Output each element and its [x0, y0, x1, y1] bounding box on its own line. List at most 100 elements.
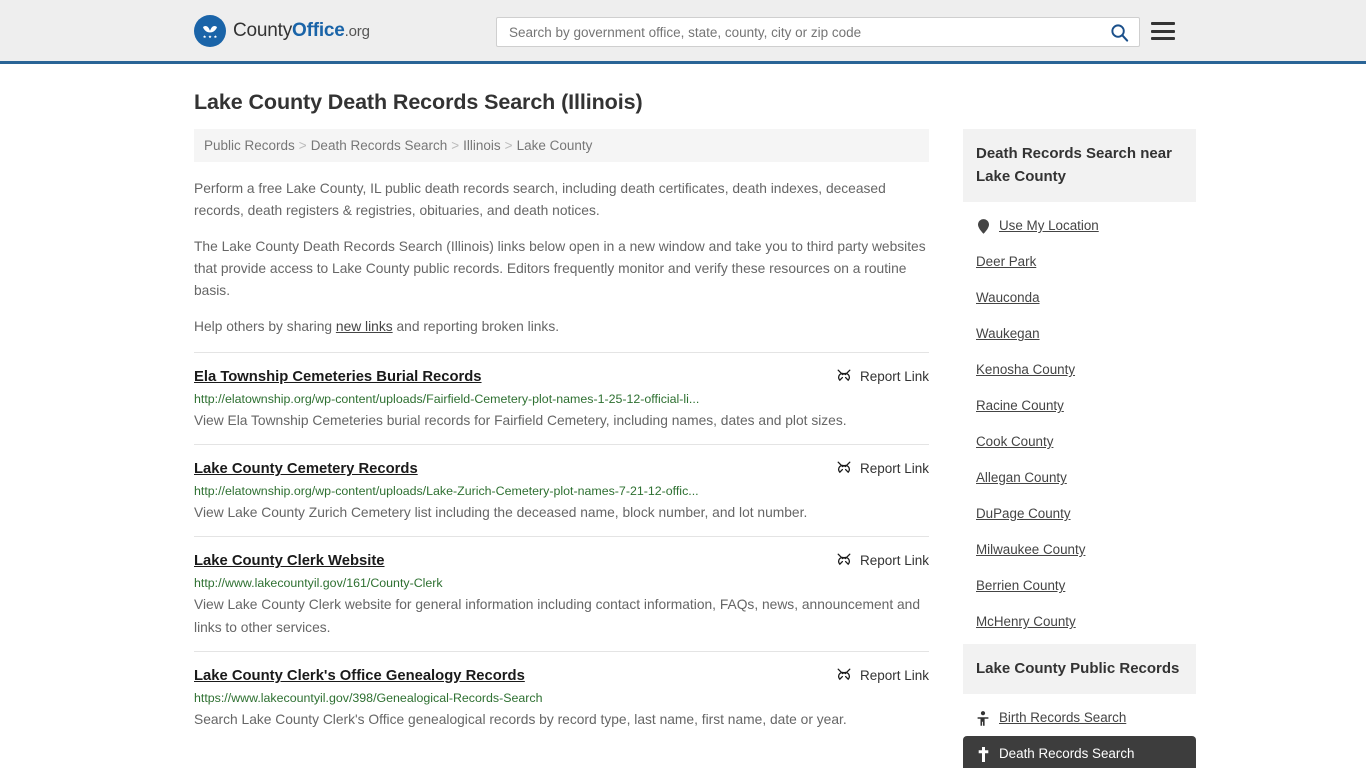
site-logo-text: CountyOffice.org — [233, 20, 370, 42]
broken-link-icon — [837, 668, 851, 681]
broken-link-icon — [837, 461, 851, 474]
sidebar-item-dupage-county[interactable]: DuPage County — [963, 496, 1196, 532]
breadcrumb-item-lake-county[interactable]: Lake County — [517, 138, 593, 153]
list-item: Wauconda — [963, 280, 1196, 316]
sidebar-item-death-records-search[interactable]: Death Records Search — [963, 736, 1196, 768]
list-item: Use My Location — [963, 208, 1196, 244]
sidebar-item-berrien-county[interactable]: Berrien County — [963, 568, 1196, 604]
search-icon — [1111, 23, 1129, 42]
sidebar-item-allegan-county[interactable]: Allegan County — [963, 460, 1196, 496]
sidebar-public-records-box: Lake County Public Records Birth Records… — [963, 644, 1196, 768]
report-link-button[interactable]: Report Link — [836, 367, 929, 384]
intro-text-after-link: and reporting broken links. — [392, 319, 560, 334]
report-link-button[interactable]: Report Link — [836, 459, 929, 476]
sidebar-public-records-heading: Lake County Public Records — [963, 644, 1196, 694]
sidebar-item-label: Cook County — [976, 434, 1054, 449]
countyoffice-logo-icon — [194, 14, 226, 47]
breadcrumb-separator: > — [298, 138, 307, 153]
result-url[interactable]: http://elatownship.org/wp-content/upload… — [194, 391, 929, 408]
breadcrumb: Public Records > Death Records Search > Illi… — [194, 129, 929, 162]
result-title-link[interactable]: Ela Township Cemeteries Burial Records — [194, 367, 482, 387]
result-url[interactable]: http://www.lakecountyil.gov/161/County-C… — [194, 575, 929, 592]
broken-link-icon — [837, 553, 851, 566]
sidebar-item-label: DuPage County — [976, 506, 1071, 521]
logo-text-county: County — [233, 19, 293, 41]
sidebar-item-cook-county[interactable]: Cook County — [963, 424, 1196, 460]
breadcrumb-separator: > — [504, 138, 513, 153]
result-title-link[interactable]: Lake County Clerk Website — [194, 551, 385, 571]
search-button[interactable] — [1108, 23, 1131, 42]
menu-icon-bar — [1151, 37, 1175, 40]
site-logo[interactable]: CountyOffice.org — [194, 14, 370, 47]
list-item: Birth Records Search — [963, 700, 1196, 736]
sidebar-item-deer-park[interactable]: Deer Park — [963, 244, 1196, 280]
menu-icon[interactable] — [1151, 20, 1175, 42]
sidebar: Death Records Search near Lake County Us… — [963, 129, 1196, 768]
result-description: Search Lake County Clerk's Office geneal… — [194, 712, 847, 727]
result-title-link[interactable]: Lake County Cemetery Records — [194, 459, 418, 479]
list-item: Kenosha County — [963, 352, 1196, 388]
sidebar-item-label: Deer Park — [976, 254, 1037, 269]
sidebar-item-mchenry-county[interactable]: McHenry County — [963, 604, 1196, 640]
result-url[interactable]: http://elatownship.org/wp-content/upload… — [194, 483, 929, 500]
site-header: CountyOffice.org — [0, 0, 1366, 64]
sidebar-item-wauconda[interactable]: Wauconda — [963, 280, 1196, 316]
list-item: DuPage County — [963, 496, 1196, 532]
search-box[interactable] — [496, 17, 1140, 47]
list-item: Racine County — [963, 388, 1196, 424]
list-item: Death Records Search — [963, 736, 1196, 768]
report-link-label: Report Link — [859, 667, 929, 683]
use-my-location-link[interactable]: Use My Location — [963, 208, 1196, 244]
breadcrumb-item-public-records[interactable]: Public Records — [204, 138, 295, 153]
sidebar-item-label: McHenry County — [976, 614, 1076, 629]
page-title: Lake County Death Records Search (Illino… — [194, 90, 643, 114]
sidebar-item-kenosha-county[interactable]: Kenosha County — [963, 352, 1196, 388]
list-item: Deer Park — [963, 244, 1196, 280]
sidebar-item-label: Death Records Search — [999, 746, 1135, 761]
report-link-label: Report Link — [859, 460, 929, 476]
result-url[interactable]: https://www.lakecountyil.gov/398/Genealo… — [194, 690, 929, 707]
map-pin-icon — [976, 218, 990, 234]
broken-link-icon — [837, 369, 851, 382]
new-links-link[interactable]: new links — [336, 319, 393, 334]
sidebar-item-birth-records-search[interactable]: Birth Records Search — [963, 700, 1196, 736]
result-description: View Lake County Zurich Cemetery list in… — [194, 505, 808, 520]
result-item: Lake County Clerk Website Report Link ht… — [194, 536, 929, 651]
main-column: Public Records > Death Records Search > Illi… — [194, 129, 929, 768]
breadcrumb-item-illinois[interactable]: Illinois — [463, 138, 501, 153]
report-link-label: Report Link — [859, 368, 929, 384]
intro-paragraph-3: Help others by sharing new links and rep… — [194, 316, 929, 338]
breadcrumb-item-death-records-search[interactable]: Death Records Search — [311, 138, 448, 153]
sidebar-item-label: Kenosha County — [976, 362, 1076, 377]
page-container: Lake County Death Records Search (Illino… — [0, 90, 1366, 768]
sidebar-item-waukegan[interactable]: Waukegan — [963, 316, 1196, 352]
list-item: Milwaukee County — [963, 532, 1196, 568]
result-title-link[interactable]: Lake County Clerk's Office Genealogy Rec… — [194, 666, 525, 686]
intro-section: Perform a free Lake County, IL public de… — [194, 178, 929, 338]
sidebar-item-label: Milwaukee County — [976, 542, 1086, 557]
report-link-button[interactable]: Report Link — [836, 551, 929, 568]
list-item: Berrien County — [963, 568, 1196, 604]
sidebar-nearby-heading: Death Records Search near Lake County — [963, 129, 1196, 202]
sidebar-item-racine-county[interactable]: Racine County — [963, 388, 1196, 424]
menu-icon-bar — [1151, 29, 1175, 33]
result-item: Lake County Clerk's Office Genealogy Rec… — [194, 651, 929, 743]
sidebar-item-label: Berrien County — [976, 578, 1066, 593]
search-input[interactable] — [507, 19, 1108, 45]
result-item: Lake County Cemetery Records Report Link… — [194, 444, 929, 536]
sidebar-public-records-list: Birth Records Search Death Records Searc… — [963, 694, 1196, 768]
result-item: Ela Township Cemeteries Burial Records R… — [194, 352, 929, 444]
sidebar-item-label: Waukegan — [976, 326, 1040, 341]
sidebar-item-label: Allegan County — [976, 470, 1067, 485]
tombstone-icon — [976, 746, 990, 762]
sidebar-nearby-list: Use My Location Deer Park Wauconda Wauke… — [963, 202, 1196, 640]
result-description: View Ela Township Cemeteries burial reco… — [194, 413, 847, 428]
intro-text-before-link: Help others by sharing — [194, 319, 336, 334]
logo-text-office: Office — [292, 19, 345, 41]
list-item: McHenry County — [963, 604, 1196, 640]
report-link-button[interactable]: Report Link — [836, 666, 929, 683]
logo-text-org: .org — [344, 22, 370, 40]
sidebar-item-milwaukee-county[interactable]: Milwaukee County — [963, 532, 1196, 568]
list-item: Waukegan — [963, 316, 1196, 352]
breadcrumb-separator: > — [451, 138, 460, 153]
